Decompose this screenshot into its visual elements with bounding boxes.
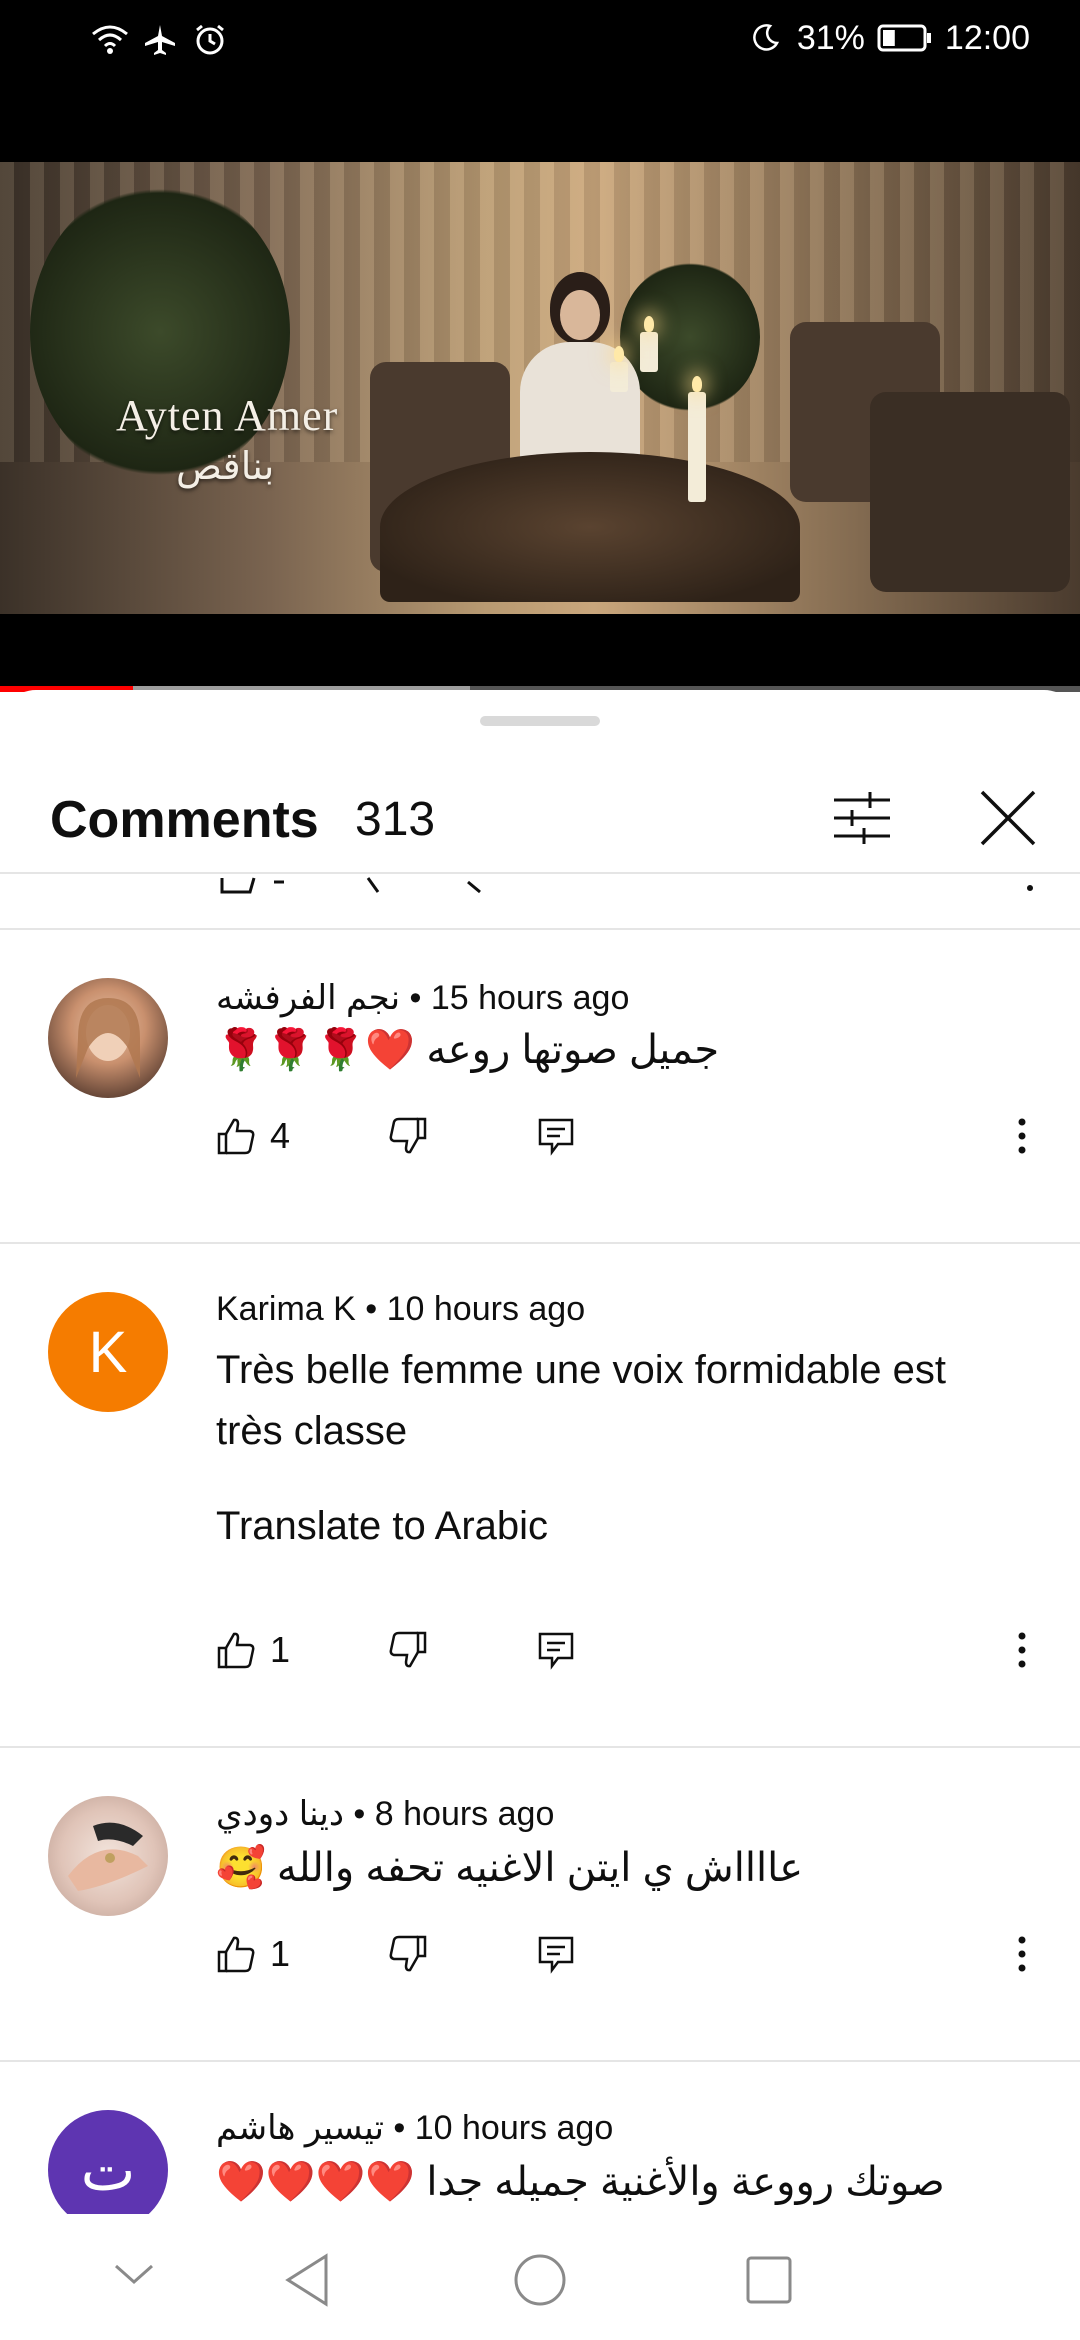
previous-comment-actions-partial xyxy=(0,874,1080,928)
battery-icon xyxy=(877,18,933,58)
video-overlay-artist: Ayten Amer xyxy=(116,391,339,440)
video-chair-back xyxy=(870,392,1070,592)
drag-handle[interactable] xyxy=(480,716,600,726)
comment-time: 15 hours ago xyxy=(430,979,630,1017)
home-icon[interactable] xyxy=(512,2252,568,2313)
reply-button[interactable] xyxy=(536,1106,576,1166)
back-icon[interactable] xyxy=(282,2252,332,2313)
comment-author[interactable]: تيسير هاشم xyxy=(216,2109,384,2147)
comment-text: عااااش ي ايتن الاغنيه تحفه والله 🥰 xyxy=(216,1846,804,1890)
translate-link[interactable]: Translate to Arabic xyxy=(216,1504,548,1549)
comment-author[interactable]: دينا دودي xyxy=(216,1795,344,1833)
comments-panel: Comments 313 نجم الفرفشه • 15 hours ago … xyxy=(0,690,1080,2220)
comment-actions: 4 xyxy=(216,1106,1056,1166)
comment-time: 10 hours ago xyxy=(386,1290,586,1328)
recents-icon[interactable] xyxy=(744,2254,794,2311)
thumbs-down-icon xyxy=(389,1117,427,1154)
comment-list[interactable]: نجم الفرفشه • 15 hours ago جميل صوتها رو… xyxy=(0,874,1080,2214)
video-overlay-song: بناقص xyxy=(176,444,275,488)
comment-actions: 1 xyxy=(216,1620,1056,1680)
like-count: 4 xyxy=(270,1115,291,1156)
dislike-button[interactable] xyxy=(388,1620,428,1680)
video-candle xyxy=(640,316,658,372)
partial-action-row xyxy=(218,874,1058,896)
avatar-letter: K xyxy=(88,1319,128,1385)
comment-actions: 1 xyxy=(216,1924,1056,1984)
video-candle xyxy=(610,346,628,392)
like-count: 1 xyxy=(270,1629,291,1670)
thumbs-up-icon xyxy=(217,1118,255,1155)
video-candle xyxy=(688,376,706,502)
comment-item: نجم الفرفشه • 15 hours ago جميل صوتها رو… xyxy=(0,930,1080,1242)
comment-text: جميل صوتها روعه ❤️🌹🌹🌹 xyxy=(216,1028,720,1072)
sort-filter-icon[interactable] xyxy=(830,786,894,850)
avatar-letter: ت xyxy=(80,2138,136,2203)
moon-icon xyxy=(745,18,785,58)
comments-title: Comments xyxy=(50,791,319,849)
battery-percent: 31% xyxy=(796,18,865,57)
alarm-icon xyxy=(190,20,230,60)
more-options-button[interactable] xyxy=(1012,1106,1032,1166)
reply-icon xyxy=(538,1936,574,1974)
thumbs-down-icon xyxy=(389,1935,427,1972)
like-button[interactable]: 1 xyxy=(216,1924,290,1984)
more-options-button[interactable] xyxy=(1012,1924,1032,1984)
comment-meta: دينا دودي • 8 hours ago xyxy=(216,1795,555,1833)
airplane-icon xyxy=(140,20,180,60)
reply-icon xyxy=(538,1632,574,1670)
status-bar: 31% 12:00 xyxy=(0,0,1080,86)
more-vert-icon xyxy=(1018,1118,1026,1154)
dislike-button[interactable] xyxy=(388,1924,428,1984)
thumbs-up-icon xyxy=(217,1936,255,1973)
video-table xyxy=(380,452,800,602)
comment-meta: Karima K • 10 hours ago xyxy=(216,1290,586,1328)
video-player[interactable]: Ayten Amer بناقص xyxy=(0,86,1080,692)
comments-header: Comments 313 xyxy=(0,750,1080,870)
video-frame[interactable]: Ayten Amer بناقص xyxy=(0,162,1080,614)
comment-meta: نجم الفرفشه • 15 hours ago xyxy=(216,979,630,1017)
reply-icon xyxy=(538,1118,574,1156)
avatar[interactable] xyxy=(48,1796,168,1916)
like-count: 1 xyxy=(270,1933,291,1974)
more-options-button[interactable] xyxy=(1012,1620,1032,1680)
like-button[interactable]: 4 xyxy=(216,1106,290,1166)
avatar[interactable]: ت xyxy=(48,2110,168,2214)
more-vert-icon xyxy=(1018,1936,1026,1972)
clock: 12:00 xyxy=(944,18,1030,57)
dislike-button[interactable] xyxy=(388,1106,428,1166)
comment-meta: تيسير هاشم • 10 hours ago xyxy=(216,2109,614,2147)
avatar[interactable] xyxy=(48,978,168,1098)
comment-item: دينا دودي • 8 hours ago عااااش ي ايتن ال… xyxy=(0,1748,1080,2060)
chevron-down-icon[interactable] xyxy=(112,2260,156,2295)
comment-text: صوتك رووعة والأغنية جميله جدا ❤️❤️❤️❤️ xyxy=(216,2160,945,2204)
comment-time: 10 hours ago xyxy=(414,2109,614,2147)
comment-time: 8 hours ago xyxy=(374,1795,555,1833)
thumbs-up-icon xyxy=(217,1632,255,1669)
reply-button[interactable] xyxy=(536,1924,576,1984)
avatar[interactable]: K xyxy=(48,1292,168,1412)
close-icon[interactable] xyxy=(976,786,1040,850)
comment-item: K Karima K • 10 hours ago Très belle fem… xyxy=(0,1244,1080,1746)
wifi-icon xyxy=(90,20,130,60)
status-icons-right: 31% 12:00 xyxy=(745,18,1030,58)
navigation-bar xyxy=(0,2220,1080,2340)
comment-author[interactable]: نجم الفرفشه xyxy=(216,979,400,1017)
reply-button[interactable] xyxy=(536,1620,576,1680)
comments-count: 313 xyxy=(355,793,436,846)
comment-item: ت تيسير هاشم • 10 hours ago صوتك رووعة و… xyxy=(0,2062,1080,2214)
thumbs-down-icon xyxy=(389,1631,427,1668)
like-button[interactable]: 1 xyxy=(216,1620,290,1680)
more-vert-icon xyxy=(1018,1632,1026,1668)
comment-text: Très belle femme une voix formidable est… xyxy=(216,1348,946,1453)
comment-author[interactable]: Karima K xyxy=(216,1290,356,1328)
status-icons-left xyxy=(90,20,230,60)
